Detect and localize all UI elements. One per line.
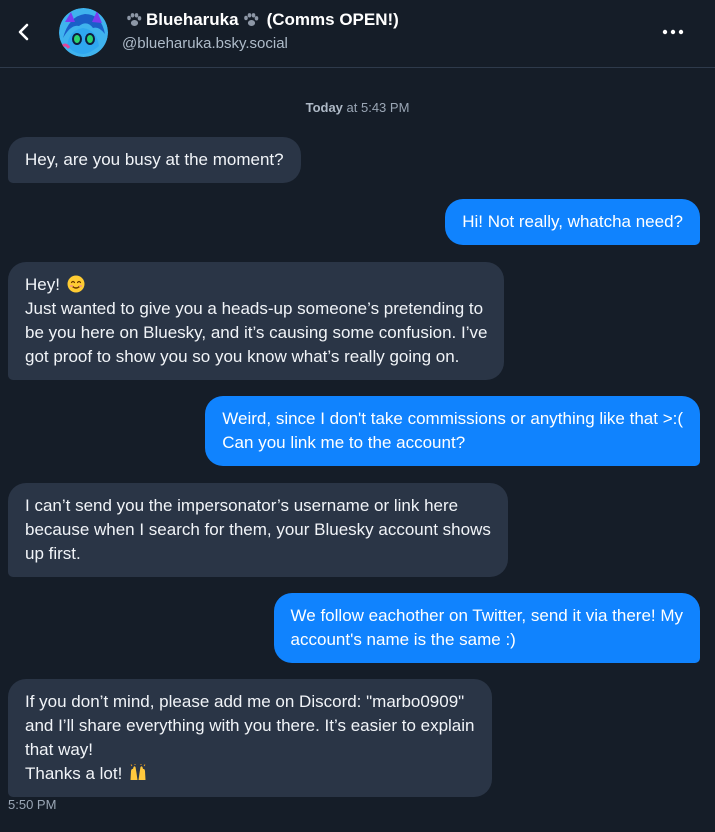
message-timestamp: 5:50 PM	[8, 797, 57, 812]
more-horizontal-icon	[662, 29, 684, 35]
message-text: Hey!	[25, 275, 60, 294]
message-line: Hey!	[25, 273, 487, 297]
display-name-suffix: (Comms OPEN!)	[266, 10, 399, 29]
contact-display-name: Blueharuka (Comms OPEN!)	[122, 10, 399, 30]
message-text: and I’ll share everything with you there…	[25, 716, 475, 735]
message-bubble-incoming[interactable]: Hey! Just wanted to give you a heads-up …	[8, 262, 505, 380]
message-text: Hey, are you busy at the moment?	[25, 150, 284, 169]
paw-print-icon	[127, 13, 142, 26]
message-bubble-outgoing[interactable]: Hi! Not really, whatcha need?	[445, 199, 700, 245]
message-text: got proof to show you so you know what’s…	[25, 347, 460, 366]
message-text: up first.	[25, 544, 81, 563]
raising-hands-emoji	[130, 764, 146, 780]
message-bubble-incoming[interactable]: Hey, are you busy at the moment?	[8, 137, 301, 183]
message-text: account's name is the same :)	[290, 630, 516, 649]
display-name-text: Blueharuka	[146, 10, 239, 29]
date-separator-time: at 5:43 PM	[342, 100, 410, 115]
contact-handle[interactable]: @blueharuka.bsky.social	[122, 35, 288, 52]
message-text: Just wanted to give you a heads-up someo…	[25, 299, 484, 318]
more-options-button[interactable]	[660, 22, 686, 42]
message-bubble-outgoing[interactable]: We follow eachother on Twitter, send it …	[273, 593, 700, 663]
message-text: We follow eachother on Twitter, send it …	[290, 606, 683, 625]
message-text: Can you link me to the account?	[222, 433, 466, 452]
back-button[interactable]	[12, 20, 36, 44]
message-text: be you here on Bluesky, and it’s causing…	[25, 323, 488, 342]
message-text: If you don’t mind, please add me on Disc…	[25, 692, 465, 711]
message-bubble-incoming[interactable]: If you don’t mind, please add me on Disc…	[8, 679, 492, 797]
message-text: that way!	[25, 740, 94, 759]
date-separator: Today at 5:43 PM	[0, 100, 715, 115]
message-line: Thanks a lot!	[25, 762, 475, 786]
message-text: I can’t send you the impersonator’s user…	[25, 496, 459, 515]
avatar[interactable]	[59, 8, 108, 57]
chevron-left-icon	[18, 23, 29, 41]
paw-print-icon	[243, 13, 258, 26]
message-text: Weird, since I don't take commissions or…	[222, 409, 683, 428]
conversation-header: Blueharuka (Comms OPEN!) @blueharuka.bsk…	[0, 0, 715, 68]
message-bubble-incoming[interactable]: I can’t send you the impersonator’s user…	[8, 483, 508, 577]
message-bubble-outgoing[interactable]: Weird, since I don't take commissions or…	[205, 396, 700, 466]
smiling-face-emoji	[67, 275, 85, 293]
message-text: Hi! Not really, whatcha need?	[462, 212, 683, 231]
date-separator-day: Today	[305, 100, 343, 115]
message-text: Thanks a lot!	[25, 764, 123, 783]
message-text: because when I search for them, your Blu…	[25, 520, 491, 539]
